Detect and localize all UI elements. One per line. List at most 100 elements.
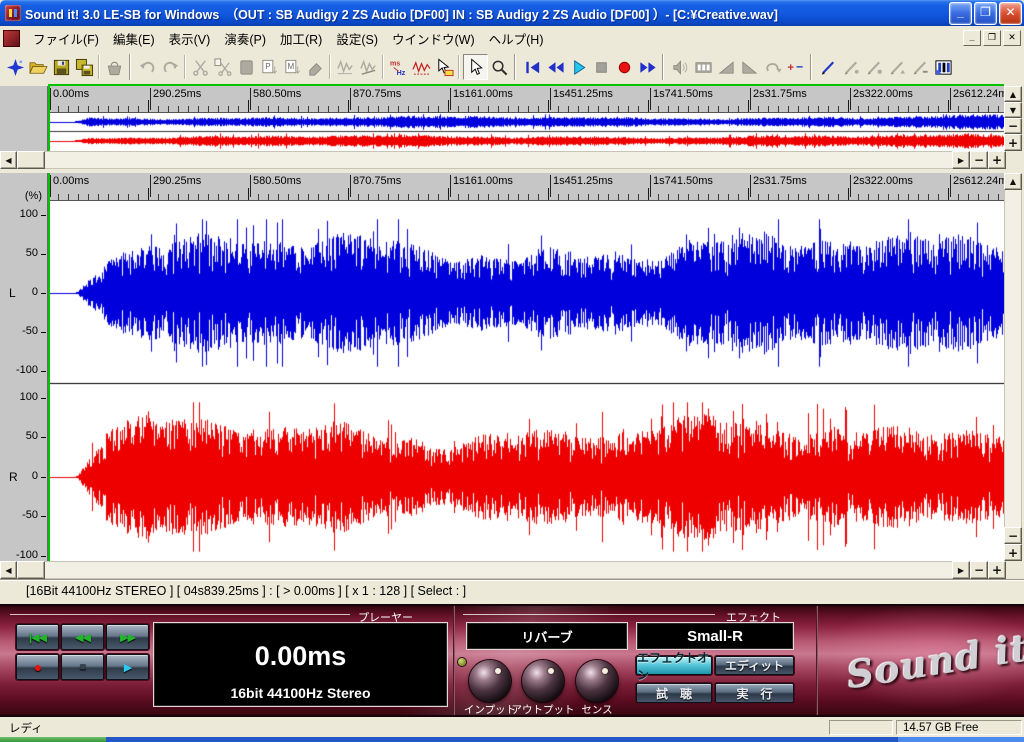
wave-red-icon[interactable] [410,55,433,79]
document-icon[interactable] [3,30,20,47]
mixer-icon[interactable] [932,55,955,79]
new-icon[interactable] [4,55,27,79]
overview-left-line [48,86,50,151]
restore-button[interactable]: ❐ [974,2,997,25]
player-rewind-button[interactable]: ◀◀ [61,624,104,650]
overview-hscroll[interactable] [0,151,1004,169]
toolbar-separator [126,54,136,80]
play-icon[interactable] [567,55,590,79]
knob-0[interactable] [469,660,511,702]
cursor-ruler-icon[interactable] [433,55,456,79]
svg-text:ms: ms [390,59,400,67]
effect-edit-button[interactable]: エディット [715,656,794,675]
menu-item-5[interactable]: 設定(S) [329,26,385,51]
save-copy-icon[interactable] [73,55,96,79]
axis-label: 100 [4,391,38,403]
mdi-minimize-button[interactable]: _ [963,30,981,46]
main-waveform[interactable] [49,201,1004,561]
overview-ruler[interactable]: 0.00ms290.25ms580.50ms870.75ms1s161.00ms… [48,86,1004,113]
player-record-button[interactable]: ● [16,654,59,680]
axis-label: 100 [4,208,38,220]
title-bar[interactable]: Sound it! 3.0 LE-SB for Windows （OUT : S… [0,0,1024,26]
main-wave-box[interactable] [48,201,1004,561]
forward-icon[interactable] [636,55,659,79]
overview-vzoom-in-icon[interactable]: + [1004,134,1022,151]
mdi-close-button[interactable]: ✕ [1003,30,1021,46]
rewind-icon[interactable] [544,55,567,79]
menu-item-7[interactable]: ヘルプ(H) [482,26,551,51]
plus-minus-icon[interactable]: +− [784,55,807,79]
axis-label: -50 [4,325,38,337]
pointer-icon[interactable] [463,54,488,80]
menu-item-6[interactable]: ウインドウ(W) [385,26,482,51]
effect-type-select[interactable]: リバーブ [466,622,628,650]
effect-execute-button[interactable]: 実 行 [715,683,794,703]
axis-label: -50 [4,509,38,521]
overview-scroll-right-icon[interactable]: ▶ [952,151,970,169]
overview-hzoom-in-icon[interactable]: + [988,151,1006,169]
knob-label: インプット [464,702,516,717]
main-vzoom-out-icon[interactable]: − [1004,527,1022,544]
main-hzoom-in-icon[interactable]: + [988,561,1006,579]
panel-divider [453,606,455,715]
main-hscroll-thumb[interactable] [17,561,45,579]
undo-icon [136,55,159,79]
overview-scroll-down-icon[interactable]: ▼ [1004,102,1022,118]
player-play-button[interactable]: ▶ [106,654,149,680]
effect-preview-button[interactable]: 試 聴 [636,683,712,703]
overview-vzoom-out-icon[interactable]: − [1004,118,1022,134]
axis-label: R [9,470,18,484]
axis-label: 50 [4,430,38,442]
menu-item-2[interactable]: 表示(V) [162,26,218,51]
axis-tick [41,371,46,372]
player-skip-forward-button[interactable]: ▶▶ [106,624,149,650]
wave-adjust-icon [334,55,357,79]
ms-hz-icon[interactable]: msHz [387,55,410,79]
bottom-status-bar: レディ 14.57 GB Free [0,719,1024,737]
overview-hscroll-thumb[interactable] [17,151,45,169]
svg-text:+: + [787,61,794,73]
player-skip-start-button[interactable]: |◀◀ [16,624,59,650]
main-vzoom-in-icon[interactable]: + [1004,544,1022,561]
svg-text:M: M [288,61,295,70]
minimize-button[interactable]: _ [949,2,972,25]
start-button[interactable] [0,737,106,742]
menu-item-4[interactable]: 加工(R) [273,26,329,51]
main-ruler[interactable]: 0.00ms290.25ms580.50ms870.75ms1s161.00ms… [48,173,1004,201]
record-icon[interactable] [613,55,636,79]
knob-label: センス [581,702,612,717]
main-hscroll[interactable] [0,561,1004,579]
axis-tick [41,215,46,216]
knob-1[interactable] [522,660,564,702]
main-hzoom-out-icon[interactable]: − [970,561,988,579]
tool-4-icon [909,55,932,79]
main-scroll-left-icon[interactable]: ◀ [0,561,17,579]
axis-tick [41,293,46,294]
save-icon[interactable] [50,55,73,79]
main-scroll-up-icon[interactable]: ▲ [1004,173,1022,190]
overview-scroll-up-icon[interactable]: ▲ [1004,86,1022,102]
effect-on-button[interactable]: エフェクトオン [636,656,712,675]
knob-2[interactable] [576,660,618,702]
pen-icon[interactable] [817,55,840,79]
copy-icon [212,55,235,79]
zoom-icon[interactable] [488,55,511,79]
close-button[interactable]: ✕ [999,2,1022,25]
mdi-restore-button[interactable]: ❐ [983,30,1001,46]
main-vscroll[interactable] [1004,173,1022,561]
overview-wave-box[interactable] [48,113,1004,151]
overview-waveform[interactable] [49,113,1004,151]
toolbar-separator [659,54,669,80]
effect-preset-select[interactable]: Small-R [636,622,794,650]
go-start-icon[interactable] [521,55,544,79]
overview-scroll-left-icon[interactable]: ◀ [0,151,17,169]
menu-item-3[interactable]: 演奏(P) [217,26,273,51]
overview-hzoom-out-icon[interactable]: − [970,151,988,169]
player-stop-button[interactable]: ■ [61,654,104,680]
open-icon[interactable] [27,55,50,79]
taskbar[interactable] [0,737,1024,742]
status-text: [16Bit 44100Hz STEREO ] [ 04s839.25ms ] … [26,584,466,598]
menu-item-1[interactable]: 編集(E) [106,26,162,51]
menu-item-0[interactable]: ファイル(F) [26,26,106,51]
main-scroll-right-icon[interactable]: ▶ [952,561,970,579]
